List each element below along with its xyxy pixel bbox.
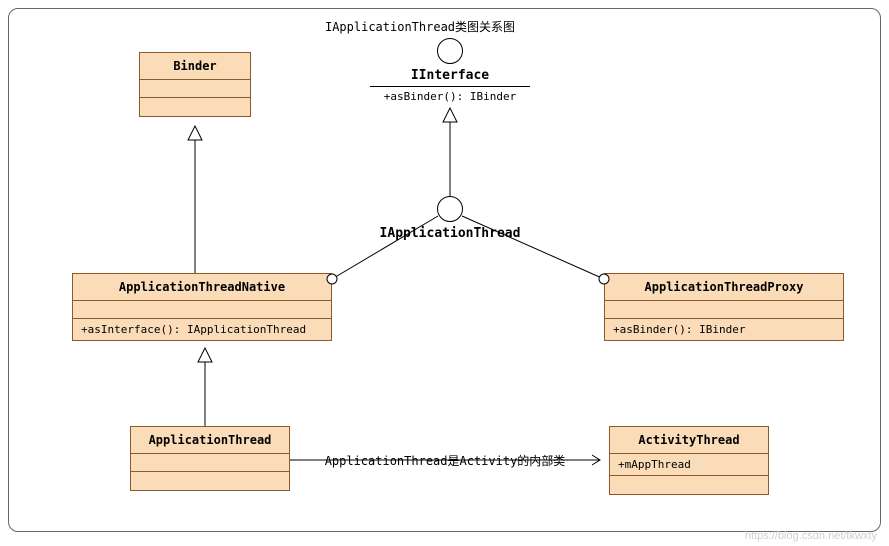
iapplicationthread-name: IApplicationThread — [370, 226, 530, 241]
app-thread-proxy-name: ApplicationThreadProxy — [605, 274, 843, 301]
class-activity-thread: ActivityThread +mAppThread — [609, 426, 769, 495]
app-thread-native-attrs — [73, 301, 331, 319]
class-app-thread-native: ApplicationThreadNative +asInterface(): … — [72, 273, 332, 341]
class-binder: Binder — [139, 52, 251, 117]
relation-label: ApplicationThread是Activity的内部类 — [310, 452, 580, 469]
watermark: https://blog.csdn.net/tkwxty — [745, 530, 877, 542]
activity-thread-ops — [610, 476, 768, 494]
application-thread-ops — [131, 472, 289, 490]
app-thread-proxy-ops: +asBinder(): IBinder — [605, 319, 843, 340]
iinterface-method: +asBinder(): IBinder — [370, 90, 530, 103]
app-thread-native-name: ApplicationThreadNative — [73, 274, 331, 301]
binder-ops — [140, 98, 250, 116]
class-app-thread-proxy: ApplicationThreadProxy +asBinder(): IBin… — [604, 273, 844, 341]
application-thread-name: ApplicationThread — [131, 427, 289, 454]
binder-attrs — [140, 80, 250, 98]
binder-name: Binder — [140, 53, 250, 80]
interface-iapplicationthread: IApplicationThread — [370, 196, 530, 241]
activity-thread-name: ActivityThread — [610, 427, 768, 454]
diagram-title: IApplicationThread类图关系图 — [300, 18, 540, 35]
app-thread-proxy-attrs — [605, 301, 843, 319]
application-thread-attrs — [131, 454, 289, 472]
iinterface-name: IInterface — [370, 68, 530, 83]
iapplicationthread-lollipop-icon — [437, 196, 463, 222]
interface-iinterface: IInterface +asBinder(): IBinder — [370, 38, 530, 103]
activity-thread-attr: +mAppThread — [610, 454, 768, 476]
class-application-thread: ApplicationThread — [130, 426, 290, 491]
diagram-canvas: IApplicationThread类图关系图 IInterface +asBi… — [0, 0, 889, 546]
iinterface-divider — [370, 86, 530, 87]
iinterface-lollipop-icon — [437, 38, 463, 64]
app-thread-native-ops: +asInterface(): IApplicationThread — [73, 319, 331, 340]
